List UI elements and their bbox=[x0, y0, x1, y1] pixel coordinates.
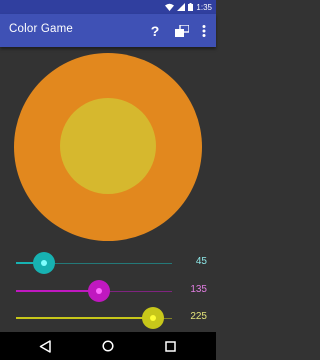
recents-icon bbox=[164, 340, 176, 352]
app-title: Color Game bbox=[9, 23, 73, 35]
status-time: 1:35 bbox=[196, 2, 212, 12]
slider-thumb-knob bbox=[95, 288, 102, 294]
slider-thumb[interactable] bbox=[142, 307, 165, 329]
signal-icon bbox=[177, 3, 186, 11]
color-canvas bbox=[0, 47, 216, 249]
home-icon bbox=[102, 340, 114, 352]
slider-cyan: 45 bbox=[0, 252, 216, 274]
navigation-bar bbox=[0, 332, 216, 360]
status-bar: 1:35 bbox=[0, 0, 216, 14]
guess-color-circle bbox=[60, 98, 156, 194]
slider-value: 45 bbox=[195, 256, 207, 267]
back-icon bbox=[39, 339, 51, 353]
slider-thumb[interactable] bbox=[87, 280, 110, 302]
slider-thumb[interactable] bbox=[33, 252, 56, 274]
question-mark-icon: ? bbox=[150, 23, 160, 39]
recents-button[interactable] bbox=[162, 338, 178, 354]
battery-icon bbox=[188, 3, 194, 11]
slider-value: 225 bbox=[190, 311, 207, 322]
app-bar: Color Game ? bbox=[0, 14, 216, 47]
help-button[interactable]: ? bbox=[146, 21, 164, 41]
wifi-icon bbox=[165, 3, 175, 11]
overflow-menu-button[interactable] bbox=[198, 21, 210, 41]
slider-value: 135 bbox=[190, 284, 207, 295]
slider-track-filled[interactable] bbox=[16, 317, 154, 319]
slider-magenta: 135 bbox=[0, 280, 216, 302]
slider-track[interactable] bbox=[44, 262, 172, 264]
slider-track-filled[interactable] bbox=[16, 290, 99, 292]
swap-icon bbox=[175, 25, 189, 37]
slider-yellow: 225 bbox=[0, 307, 216, 329]
slider-thumb-knob bbox=[150, 315, 157, 321]
slider-thumb-knob bbox=[41, 260, 48, 266]
back-button[interactable] bbox=[37, 338, 53, 354]
swap-mode-button[interactable] bbox=[172, 21, 192, 41]
home-button[interactable] bbox=[100, 338, 116, 354]
more-vert-icon bbox=[202, 25, 206, 37]
